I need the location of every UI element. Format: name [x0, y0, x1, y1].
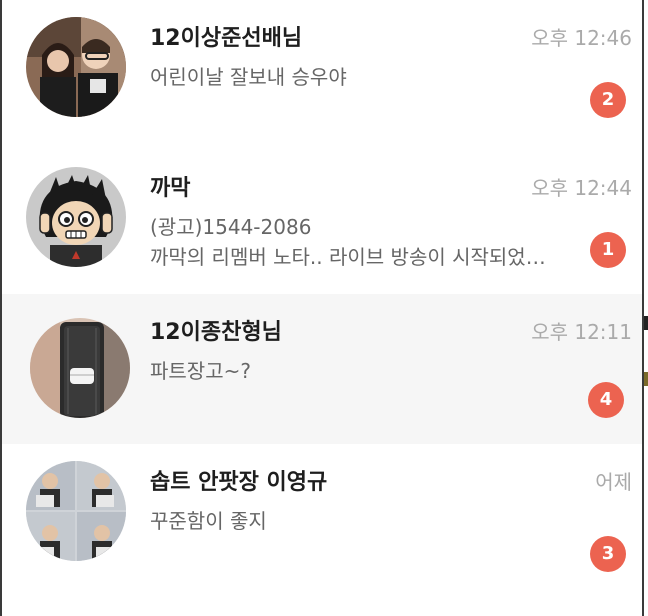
chat-row[interactable]: 12이종찬형님 오후 12:11 파트장고~? 4	[2, 294, 642, 444]
chat-preview: 어린이날 잘보내 승우야	[150, 62, 570, 92]
preview-line: 꾸준함이 좋지	[150, 509, 267, 533]
chat-time: 어제	[595, 470, 632, 494]
chat-time: 오후 12:11	[531, 320, 632, 344]
earbuds-case-avatar-icon	[30, 318, 130, 418]
photo-grid-avatar-icon	[26, 461, 126, 561]
chat-name: 12이상준선배님	[150, 26, 303, 51]
chat-row[interactable]: 솝트 안팟장 이영규 어제 꾸준함이 좋지 3	[2, 444, 642, 594]
chat-preview: 파트장고~?	[150, 356, 570, 386]
preview-line: 파트장고~?	[150, 359, 251, 383]
avatar[interactable]	[26, 17, 126, 117]
window-edge-mark	[644, 372, 648, 386]
chat-row[interactable]: 까막 오후 12:44 (광고)1544-2086 까막의 리멤버 노타.. 라…	[2, 150, 642, 300]
unread-badge: 2	[590, 82, 626, 118]
cartoon-character-avatar-icon	[26, 167, 126, 267]
chat-row[interactable]: 12이상준선배님 오후 12:46 어린이날 잘보내 승우야 2	[2, 0, 642, 150]
avatar[interactable]	[26, 167, 126, 267]
preview-line: 까막의 리멤버 노타.. 라이브 방송이 시작되었…	[150, 245, 546, 269]
chat-preview: 꾸준함이 좋지	[150, 506, 570, 536]
chat-time: 오후 12:44	[531, 176, 632, 200]
unread-badge: 3	[590, 536, 626, 572]
chat-list: 12이상준선배님 오후 12:46 어린이날 잘보내 승우야 2 까막 오후 1…	[0, 0, 644, 616]
photo-two-people-avatar-icon	[26, 17, 126, 117]
chat-preview: (광고)1544-2086 까막의 리멤버 노타.. 라이브 방송이 시작되었…	[150, 212, 570, 272]
unread-badge: 1	[590, 232, 626, 268]
chat-time: 오후 12:46	[531, 26, 632, 50]
unread-badge: 4	[588, 382, 624, 418]
chat-name: 12이종찬형님	[150, 320, 282, 345]
preview-line: 어린이날 잘보내 승우야	[150, 65, 347, 89]
chat-name: 까막	[150, 176, 191, 201]
preview-line: (광고)1544-2086	[150, 215, 312, 239]
avatar[interactable]	[26, 461, 126, 561]
chat-name: 솝트 안팟장 이영규	[150, 470, 328, 495]
window-edge-mark	[644, 316, 648, 330]
avatar[interactable]	[30, 318, 130, 418]
